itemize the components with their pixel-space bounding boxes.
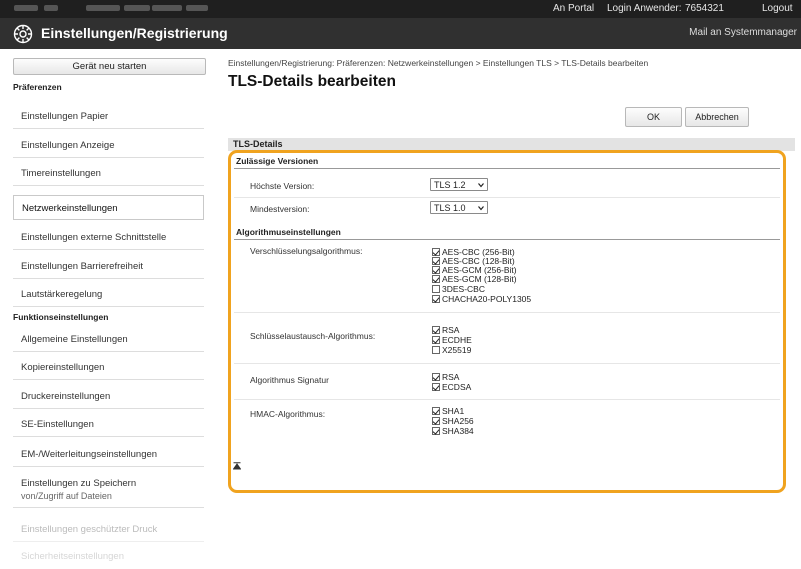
back-to-top-icon[interactable] (232, 462, 242, 473)
logout-link[interactable]: Logout (762, 3, 793, 14)
blurred-device-text (86, 5, 120, 11)
sidebar-item-general[interactable]: Allgemeine Einstellungen (13, 327, 204, 352)
mail-to-sysmanager-link[interactable]: Mail an Systemmanager (689, 27, 797, 38)
blurred-device-text (152, 5, 182, 11)
sidebar-item-network[interactable]: Netzwerkeinstellungen (13, 195, 204, 220)
sidebar-item-faded[interactable]: Sicherheitseinstellungen (13, 544, 204, 569)
top-bar: An Portal Login Anwender: 7654321 Logout (0, 0, 801, 18)
sidebar-item-sublabel: von/Zugriff auf Dateien (21, 491, 112, 501)
portal-link[interactable]: An Portal (553, 3, 594, 14)
sidebar-item-accessibility[interactable]: Einstellungen Barrierefreiheit (13, 254, 204, 279)
ok-button[interactable]: OK (625, 107, 682, 127)
sidebar-item-receive-forward[interactable]: EM-/Weiterleitungseinstellungen (13, 442, 204, 467)
login-user-label: Login Anwender: (607, 3, 682, 14)
main-content: Einstellungen/Registrierung: Präferenzen… (220, 49, 801, 562)
sidebar-item-label: Einstellungen zu Speichern (21, 478, 137, 489)
sidebar-section-preferences: Präferenzen (13, 82, 62, 92)
highlight-frame (228, 150, 786, 493)
sidebar-item-external-interface[interactable]: Einstellungen externe Schnittstelle (13, 225, 204, 250)
app-title: Einstellungen/Registrierung (41, 25, 228, 41)
blurred-device-text (44, 5, 58, 11)
blurred-device-text (186, 5, 208, 11)
sidebar-item-paper[interactable]: Einstellungen Papier (13, 104, 204, 129)
page-title: TLS-Details bearbeiten (228, 73, 396, 90)
sidebar-item-display[interactable]: Einstellungen Anzeige (13, 133, 204, 158)
app-header: Einstellungen/Registrierung Mail an Syst… (0, 18, 801, 49)
cancel-button[interactable]: Abbrechen (685, 107, 749, 127)
sidebar: Gerät neu starten Präferenzen Einstellun… (0, 49, 220, 562)
sidebar-item-volume[interactable]: Lautstärkeregelung (13, 282, 204, 307)
sidebar-item-store-access-files[interactable]: Einstellungen zu Speichern von/Zugriff a… (13, 472, 204, 508)
sidebar-item-printer[interactable]: Druckereinstellungen (13, 384, 204, 409)
restart-device-button[interactable]: Gerät neu starten (13, 58, 206, 75)
blurred-device-text (14, 5, 38, 11)
sidebar-section-functions: Funktionseinstellungen (13, 312, 109, 322)
blurred-device-text (124, 5, 150, 11)
user-id: 7654321 (685, 3, 724, 14)
settings-registration-icon (13, 24, 33, 44)
breadcrumb: Einstellungen/Registrierung: Präferenzen… (228, 58, 649, 68)
sidebar-item-copy[interactable]: Kopiereinstellungen (13, 355, 204, 380)
sidebar-item-send[interactable]: SE-Einstellungen (13, 412, 204, 437)
sidebar-item-secure-print[interactable]: Einstellungen geschützter Druck (13, 517, 204, 542)
sidebar-item-timer[interactable]: Timereinstellungen (13, 161, 204, 186)
